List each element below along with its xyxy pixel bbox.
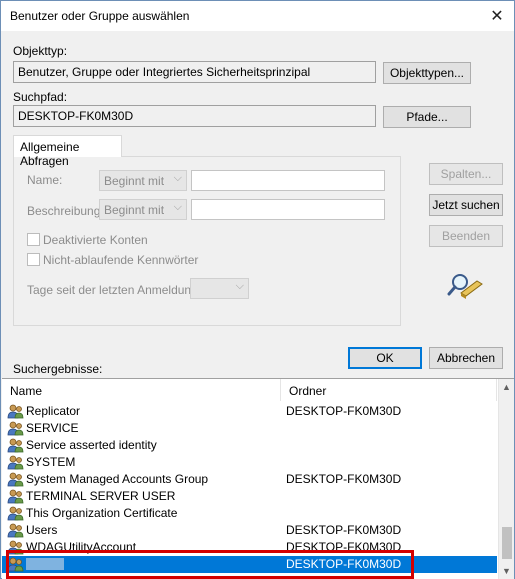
row-name: SERVICE	[26, 421, 79, 435]
disabled-accounts-checkbox[interactable]	[27, 233, 40, 246]
user-group-icon	[7, 523, 24, 538]
non-expiring-passwords-label: Nicht-ablaufende Kennwörter	[43, 253, 199, 267]
table-row[interactable]: Users DESKTOP-FK0M30D	[2, 522, 497, 539]
user-group-icon	[7, 540, 24, 555]
user-group-icon	[7, 421, 24, 436]
column-header-folder[interactable]: Ordner	[281, 379, 497, 401]
non-expiring-passwords-checkbox[interactable]	[27, 253, 40, 266]
user-group-icon	[7, 404, 24, 419]
search-results-label: Suchergebnisse:	[13, 362, 103, 376]
title-bar: Benutzer oder Gruppe auswählen ✕	[1, 1, 514, 31]
row-name: System Managed Accounts Group	[26, 472, 209, 486]
select-user-dialog: Benutzer oder Gruppe auswählen ✕ Objektt…	[0, 0, 515, 579]
table-row[interactable]: System Managed Accounts Group DESKTOP-FK0…	[2, 471, 497, 488]
chevron-down-icon: ⌵	[235, 280, 244, 292]
user-group-icon	[7, 472, 24, 487]
description-label: Beschreibung:	[27, 204, 104, 218]
columns-button[interactable]: Spalten...	[429, 163, 503, 185]
scroll-up-arrow-icon[interactable]: ▲	[502, 382, 511, 392]
chevron-down-icon: ⌵	[173, 201, 182, 213]
disabled-accounts-label: Deaktivierte Konten	[43, 233, 148, 247]
table-row[interactable]: SERVICE	[2, 420, 497, 437]
object-types-button[interactable]: Objekttypen...	[383, 62, 471, 84]
row-name: Service asserted identity	[26, 438, 157, 452]
redacted-name	[26, 558, 64, 570]
table-row[interactable]: Service asserted identity	[2, 437, 497, 454]
scroll-down-arrow-icon[interactable]: ▼	[502, 566, 511, 576]
row-folder: DESKTOP-FK0M30D	[286, 557, 402, 571]
search-now-button[interactable]: Jetzt suchen	[429, 194, 503, 216]
name-input[interactable]	[191, 170, 385, 191]
ok-button[interactable]: OK	[348, 347, 422, 369]
stop-button[interactable]: Beenden	[429, 225, 503, 247]
row-folder: DESKTOP-FK0M30D	[286, 523, 402, 537]
search-path-label: Suchpfad:	[13, 90, 68, 104]
table-row-selected[interactable]: DESKTOP-FK0M30D	[2, 556, 497, 573]
row-name: Users	[26, 523, 58, 537]
table-row[interactable]: TERMINAL SERVER USER	[2, 488, 497, 505]
cancel-button[interactable]: Abbrechen	[429, 347, 503, 369]
window-title: Benutzer oder Gruppe auswählen	[10, 9, 190, 23]
search-results-list[interactable]: Name Ordner Replicator DESKTOP-FK0M30D SER…	[2, 378, 514, 579]
row-folder: DESKTOP-FK0M30D	[286, 404, 402, 418]
table-row[interactable]: This Organization Certificate	[2, 505, 497, 522]
user-group-icon	[7, 557, 24, 572]
common-queries-panel: Name: Beginnt mit ⌵ Beschreibung: Beginn…	[13, 156, 401, 326]
description-mode-value: Beginnt mit	[104, 203, 165, 217]
scrollbar-thumb[interactable]	[502, 527, 512, 559]
object-type-label: Objekttyp:	[13, 44, 68, 58]
name-mode-value: Beginnt mit	[104, 174, 165, 188]
row-folder: DESKTOP-FK0M30D	[286, 540, 402, 554]
user-group-icon	[7, 506, 24, 521]
table-row[interactable]: WDAGUtilityAccount DESKTOP-FK0M30D	[2, 539, 497, 556]
user-group-icon	[7, 489, 24, 504]
user-group-icon	[7, 438, 24, 453]
name-mode-select[interactable]: Beginnt mit ⌵	[99, 170, 187, 191]
table-row[interactable]: SYSTEM	[2, 454, 497, 471]
row-name: SYSTEM	[26, 455, 76, 469]
days-since-login-select[interactable]: ⌵	[190, 278, 249, 299]
row-name: This Organization Certificate	[26, 506, 178, 520]
paths-button[interactable]: Pfade...	[383, 106, 471, 128]
row-folder: DESKTOP-FK0M30D	[286, 472, 402, 486]
user-group-icon	[7, 455, 24, 470]
row-name: WDAGUtilityAccount	[26, 540, 137, 554]
row-name: Replicator	[26, 404, 81, 418]
search-path-field: DESKTOP-FK0M30D	[13, 105, 376, 127]
magnifier-icon	[447, 274, 483, 299]
description-mode-select[interactable]: Beginnt mit ⌵	[99, 199, 187, 220]
table-row[interactable]: Replicator DESKTOP-FK0M30D	[2, 403, 497, 420]
name-label: Name:	[27, 173, 63, 187]
chevron-down-icon: ⌵	[173, 172, 182, 184]
row-name: TERMINAL SERVER USER	[26, 489, 176, 503]
tab-common-queries[interactable]: Allgemeine Abfragen	[13, 135, 122, 168]
description-input[interactable]	[191, 199, 385, 220]
object-type-field: Benutzer, Gruppe oder Integriertes Siche…	[13, 61, 376, 83]
close-button[interactable]: ✕	[480, 1, 514, 31]
vertical-scrollbar[interactable]: ▲ ▼	[498, 379, 514, 579]
column-header-name[interactable]: Name	[2, 379, 281, 401]
days-since-login-label: Tage seit der letzten Anmeldung:	[27, 283, 202, 297]
